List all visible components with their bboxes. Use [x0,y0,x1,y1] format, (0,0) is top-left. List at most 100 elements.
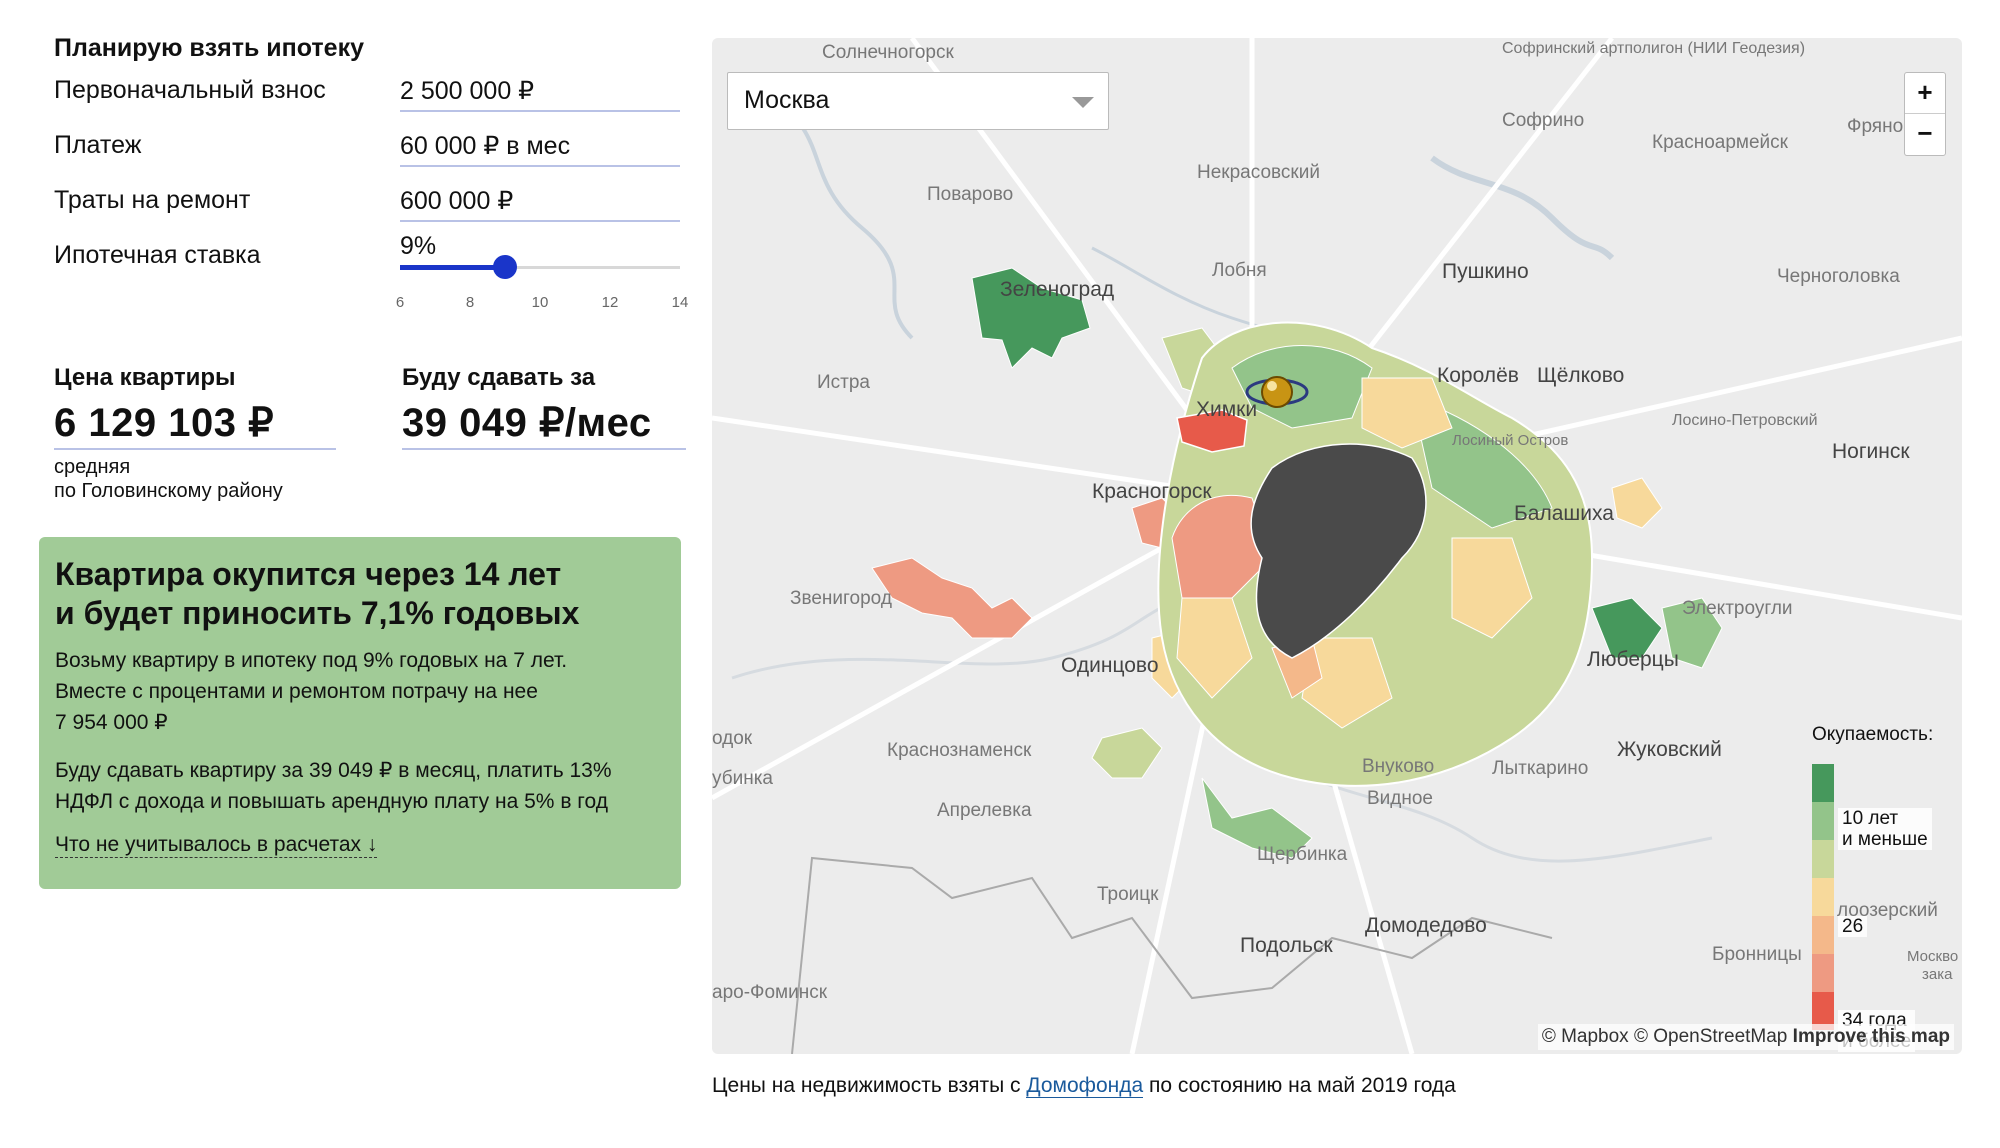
reservoir [1430,155,1615,261]
rate-tick: 10 [531,294,549,311]
map-label-zelenograd: Зеленоград [1000,278,1115,301]
map-label-krasnoznamensk: Краснознаменск [887,740,1032,761]
rate-slider-ticks: 6 8 10 12 14 [396,294,689,314]
osm-attribution-link[interactable]: © OpenStreetMap [1634,1026,1787,1047]
improve-map-link[interactable]: Improve this map [1793,1026,1950,1047]
map-label-nekrasovsky: Некрасовский [1197,162,1320,183]
map-label-naro-fominsk: аро-Фоминск [712,982,828,1003]
summary-paragraph-2: Буду сдавать квартиру за 39 049 ₽ в меся… [55,755,655,817]
map-label-zvenigorod: Звенигород [790,588,892,609]
rate-tick: 6 [395,294,405,311]
renovation-input[interactable]: 600 000 ₽ [400,186,680,222]
legend-title: Окупаемость: [1812,724,1934,745]
map-label-khimki: Химки [1196,398,1258,421]
payment-row: Платеж 60 000 ₽ в мес [54,131,694,181]
renovation-label: Траты на ремонт [54,186,251,214]
map-label-krasnogorsk: Красногорск [1092,480,1212,503]
map-label-balashikha: Балашиха [1514,502,1614,525]
district-zvenigorod[interactable] [871,557,1033,639]
price-note: средняя по Головинскому району [54,455,283,503]
map-label-istra: Истра [817,372,870,393]
summary-paragraph-1: Возьму квартиру в ипотеку под 9% годовых… [55,645,655,738]
zoom-out-button[interactable]: − [1905,114,1945,154]
not-accounted-link[interactable]: Что не учитывалось в расчетах ↓ [55,833,378,858]
map-label-lytkarino: Лыткарино [1492,758,1589,779]
map-label-troitsk: Троицк [1097,884,1159,905]
source-note: Цены на недвижимость взяты с Домофонда п… [712,1074,1456,1098]
map-label-zhukovsky: Жуковский [1617,738,1722,761]
district-balashikha[interactable] [1611,477,1663,529]
source-prefix: Цены на недвижимость взяты с [712,1074,1021,1097]
price-label: Цена квартиры [54,364,236,391]
map-label-korolev: Королёв [1437,364,1519,387]
summary-p1-line3: 7 954 000 ₽ [55,711,168,734]
map-label-sofrinsky: Софринский артполигон (НИИ Геодезия) [1502,40,1806,57]
river [770,96,914,340]
legend: Окупаемость: 10 лети меньше 26 34 годаи … [1812,724,1952,1052]
map-label-vidnoe: Видное [1367,788,1433,809]
payment-input[interactable]: 60 000 ₽ в мес [400,131,680,167]
map-label-povarovo: Поварово [927,184,1014,205]
renovation-row: Траты на ремонт 600 000 ₽ [54,186,694,236]
rate-tick: 12 [601,294,619,311]
chevron-down-icon [1072,97,1094,108]
region-border [791,856,1553,1054]
map-canvas[interactable] [712,38,1962,1054]
legend-label-top: 10 лет и меньше [1838,808,1932,850]
map-label-odintsovo: Одинцово [1061,654,1159,677]
legend-swatch [1812,840,1834,878]
payment-label: Платеж [54,131,142,159]
map-label-podolsk: Подольск [1240,934,1333,957]
down-payment-label: Первоначальный взнос [54,76,326,104]
zoom-in-button[interactable]: + [1905,73,1945,114]
district-southwest[interactable] [1091,727,1163,779]
city-select-value: Москва [744,86,830,114]
rate-slider-thumb[interactable] [493,255,517,279]
down-payment-input[interactable]: 2 500 000 ₽ [400,76,680,112]
legend-swatch [1812,802,1834,840]
legend-label-line: 10 лет [1842,808,1899,829]
price-note-line1: средняя [54,456,131,478]
summary-title: Квартира окупится через 14 лет и будет п… [55,555,655,633]
map-label-losino: Лосино-Петровский [1672,412,1818,429]
rate-tick: 8 [465,294,475,311]
price-value: 6 129 103 ₽ [54,400,336,450]
map-label-losiny-ostrov: Лосиный Остров [1452,432,1569,449]
rate-value: 9% [400,232,437,260]
summary-card: Квартира окупится через 14 лет и будет п… [39,537,681,889]
map-label-lyubertsy: Люберцы [1587,648,1679,671]
legend-swatch [1812,764,1834,802]
map-label-elektrougli: Электроугли [1682,598,1793,619]
rate-slider-fill [400,265,505,270]
legend-label-mid: 26 [1838,916,1868,937]
map-label-pushkino: Пушкино [1442,260,1529,283]
map-label-noginsk: Ногинск [1832,440,1910,463]
map-label-lobnya: Лобня [1212,260,1267,281]
domofond-link[interactable]: Домофонда [1026,1074,1144,1098]
map-label-solnechnogorsk: Солнечногорск [822,42,954,63]
map-label-sofrino: Софрино [1502,110,1585,131]
legend-swatch [1812,878,1834,916]
city-select[interactable]: Москва [727,72,1109,130]
map-attribution: © Mapbox © OpenStreetMap Improve this ma… [1537,1024,1954,1050]
map[interactable]: Солнечногорск Софринский артполигон (НИИ… [712,38,1962,1054]
summary-p1-line1: Возьму квартиру в ипотеку под 9% годовых… [55,649,568,672]
map-label-bronnitsy: Бронницы [1712,944,1802,965]
legend-swatch [1812,916,1834,954]
legend-label-line: и меньше [1842,829,1928,850]
map-label-shcherbinka: Щербинка [1257,844,1348,865]
map-label-golitsyno: одок [712,728,753,749]
price-note-line2: по Головинскому району [54,480,283,502]
rate-label: Ипотечная ставка [54,241,261,269]
map-label-domodedovo: Домодедово [1365,914,1487,937]
source-suffix: по состоянию на май 2019 года [1149,1074,1456,1097]
zoom-controls: + − [1904,72,1946,156]
legend-swatch [1812,954,1834,992]
map-label-chernogolovka: Черноголовка [1777,266,1900,287]
summary-p2-line1: Буду сдавать квартиру за 39 049 ₽ в меся… [55,759,612,782]
down-payment-row: Первоначальный взнос 2 500 000 ₽ [54,76,694,126]
mapbox-attribution-link[interactable]: © Mapbox [1542,1026,1629,1047]
map-label-krasnoarmeysk: Красноармейск [1652,132,1788,153]
rent-label: Буду сдавать за [402,364,596,391]
map-label-vnukovo: Внуково [1362,756,1435,777]
